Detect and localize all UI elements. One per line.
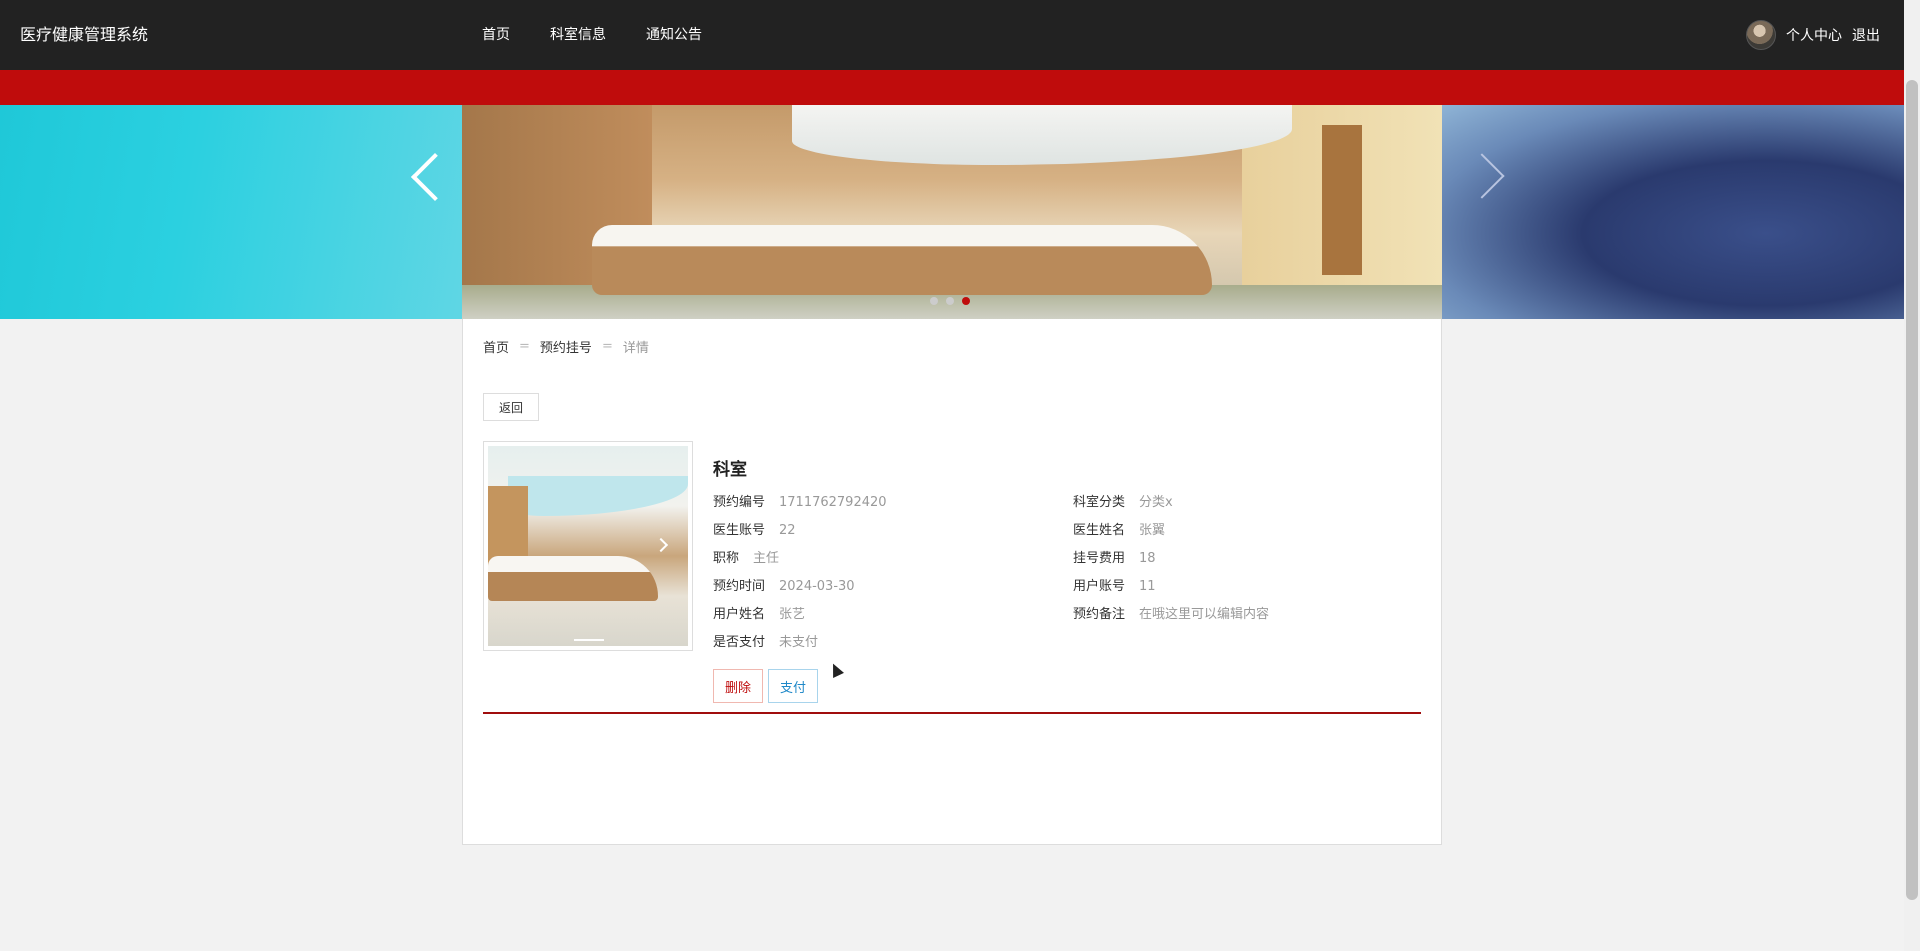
department-photo <box>488 446 688 646</box>
field-value: 2024-03-30 <box>779 579 855 594</box>
user-center-link[interactable]: 个人中心 <box>1786 25 1842 45</box>
field-doctor-name: 医生姓名 张翼 <box>1073 519 1165 538</box>
nav-home[interactable]: 首页 <box>482 0 510 70</box>
field-label: 医生账号 <box>713 523 766 538</box>
breadcrumb: 首页 = 预约挂号 = 详情 <box>483 337 649 356</box>
field-value: 张翼 <box>1139 523 1166 538</box>
field-value: 在哦这里可以编辑内容 <box>1139 607 1270 622</box>
field-label: 科室分类 <box>1073 495 1126 510</box>
field-remark: 预约备注 在哦这里可以编辑内容 <box>1073 603 1269 622</box>
field-value: 未支付 <box>779 635 819 650</box>
field-label: 是否支付 <box>713 635 766 650</box>
field-user-account: 用户账号 11 <box>1073 575 1156 594</box>
banner-carousel <box>0 105 1904 319</box>
logout-link[interactable]: 退出 <box>1852 25 1880 45</box>
banner-slide-prev <box>0 105 462 319</box>
field-fee: 挂号费用 18 <box>1073 547 1156 566</box>
avatar[interactable] <box>1746 20 1776 50</box>
field-label: 预约备注 <box>1073 607 1126 622</box>
accent-bar <box>0 70 1904 105</box>
field-value: 18 <box>1139 551 1156 566</box>
field-value: 分类x <box>1139 495 1173 510</box>
field-department-category: 科室分类 分类x <box>1073 491 1173 510</box>
section-divider <box>483 712 1421 714</box>
banner-slide-current <box>462 105 1442 319</box>
field-value: 1711762792420 <box>779 495 887 510</box>
page-scrollbar[interactable] <box>1904 0 1920 951</box>
nav-announcements[interactable]: 通知公告 <box>646 0 702 70</box>
site-brand[interactable]: 医疗健康管理系统 <box>20 0 148 70</box>
user-box: 个人中心 退出 <box>1746 0 1880 70</box>
field-label: 用户账号 <box>1073 579 1126 594</box>
department-image <box>483 441 693 651</box>
field-appointment-time: 预约时间 2024-03-30 <box>713 575 855 594</box>
breadcrumb-home[interactable]: 首页 <box>483 337 509 356</box>
breadcrumb-sep: = <box>519 339 530 354</box>
detail-container: 首页 = 预约挂号 = 详情 返回 科室 预约编号 1711762792420 医… <box>462 319 1442 845</box>
field-label: 医生姓名 <box>1073 523 1126 538</box>
field-value: 11 <box>1139 579 1156 594</box>
field-paid: 是否支付 未支付 <box>713 631 818 650</box>
field-label: 职称 <box>713 551 740 566</box>
carousel-dot[interactable] <box>930 297 938 305</box>
scrollbar-thumb[interactable] <box>1906 80 1918 900</box>
carousel-dot[interactable] <box>946 297 954 305</box>
field-user-name: 用户姓名 张艺 <box>713 603 805 622</box>
breadcrumb-section[interactable]: 预约挂号 <box>540 337 592 356</box>
pay-button[interactable]: 支付 <box>768 669 818 703</box>
field-value: 主任 <box>753 551 780 566</box>
nav-departments[interactable]: 科室信息 <box>550 0 606 70</box>
carousel-dot-active[interactable] <box>962 297 970 305</box>
delete-button[interactable]: 删除 <box>713 669 763 703</box>
field-label: 预约编号 <box>713 495 766 510</box>
field-label: 预约时间 <box>713 579 766 594</box>
banner-slide-next <box>1442 105 1904 319</box>
back-button[interactable]: 返回 <box>483 393 539 421</box>
field-label: 用户姓名 <box>713 607 766 622</box>
detail-title: 科室 <box>713 460 747 480</box>
main-nav: 首页 科室信息 通知公告 <box>482 0 742 70</box>
carousel-dots <box>930 297 970 305</box>
field-appointment-no: 预约编号 1711762792420 <box>713 491 887 510</box>
field-label: 挂号费用 <box>1073 551 1126 566</box>
field-value: 张艺 <box>779 607 806 622</box>
field-value: 22 <box>779 523 796 538</box>
breadcrumb-sep: = <box>601 339 613 354</box>
chevron-right-icon <box>653 537 669 553</box>
top-navbar: 医疗健康管理系统 首页 科室信息 通知公告 个人中心 退出 <box>0 0 1904 70</box>
field-doctor-account: 医生账号 22 <box>713 519 796 538</box>
breadcrumb-current: 详情 <box>622 341 649 356</box>
field-title: 职称 主任 <box>713 547 779 566</box>
